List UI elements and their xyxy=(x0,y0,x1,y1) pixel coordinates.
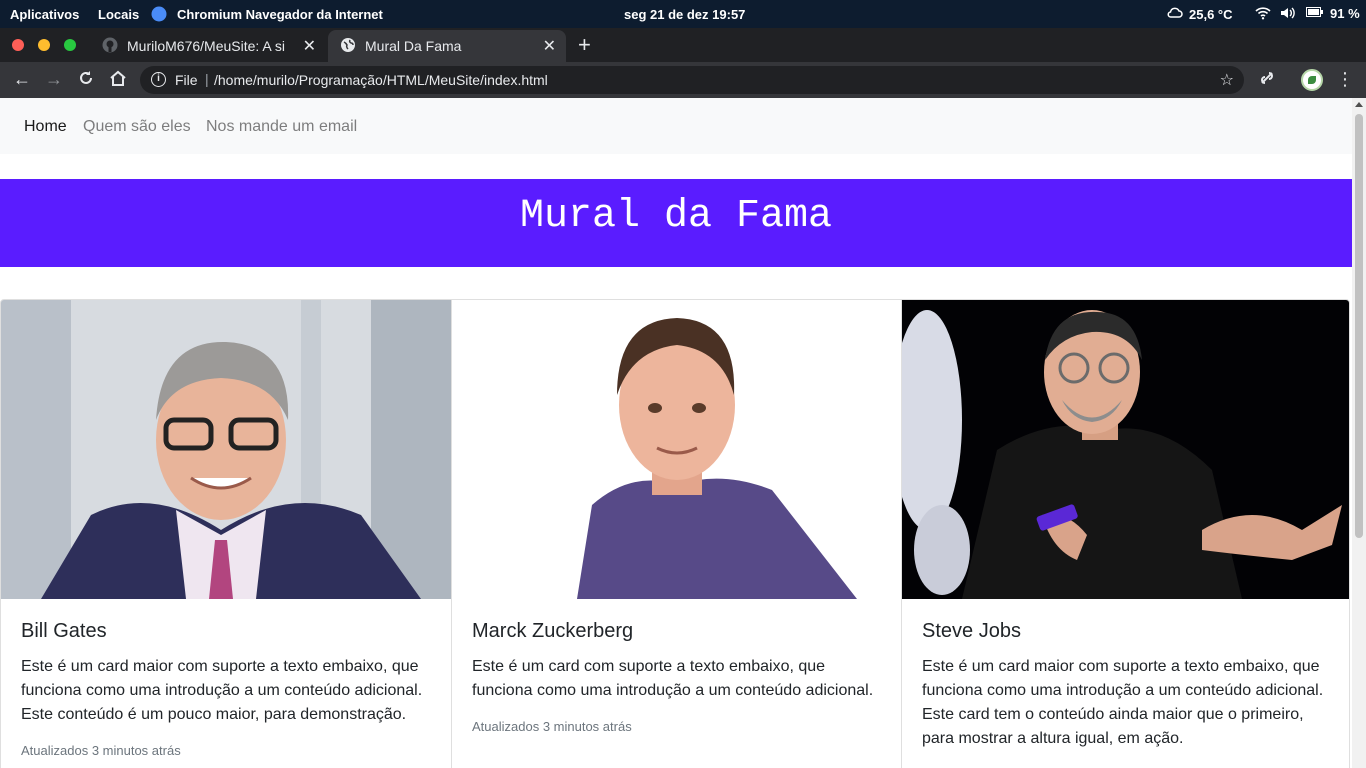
page-viewport: Home Quem são eles Nos mande um email Mu… xyxy=(0,98,1352,768)
page-title: Mural da Fama xyxy=(519,194,833,239)
card-body: Marck Zuckerberg Este é um card com supo… xyxy=(452,599,901,754)
card-zuckerberg: Marck Zuckerberg Este é um card com supo… xyxy=(451,300,901,768)
site-navbar: Home Quem são eles Nos mande um email xyxy=(0,98,1352,154)
card-text: Este é um card maior com suporte a texto… xyxy=(922,658,1324,747)
jumbotron: Mural da Fama xyxy=(0,179,1352,267)
address-bar[interactable]: i File | /home/murilo/Programação/HTML/M… xyxy=(140,66,1244,94)
cloud-icon xyxy=(1167,6,1183,23)
profile-avatar[interactable] xyxy=(1301,69,1323,91)
page-scrollbar[interactable] xyxy=(1352,98,1366,768)
app-menu[interactable]: Chromium Navegador da Internet xyxy=(177,7,383,22)
globe-icon xyxy=(340,37,356,56)
card-body: Bill Gates Este é um card maior com supo… xyxy=(1,599,451,768)
volume-icon[interactable] xyxy=(1280,6,1296,20)
omnibox-divider: | xyxy=(205,71,209,87)
card-image xyxy=(1,300,451,599)
browser-tab-strip: MuriloM676/MeuSite: A si ✕ Mural Da Fama… xyxy=(0,28,1366,62)
scrollbar-thumb[interactable] xyxy=(1355,114,1363,538)
window-close-button[interactable] xyxy=(12,39,24,51)
chromium-app-icon xyxy=(151,6,167,25)
places-menu[interactable]: Locais xyxy=(98,7,139,22)
card-title: Steve Jobs xyxy=(922,620,1021,642)
activities-menu[interactable]: Aplicativos xyxy=(10,7,79,22)
card-title: Marck Zuckerberg xyxy=(472,620,634,642)
system-top-bar: Aplicativos Locais Chromium Navegador da… xyxy=(0,0,1366,28)
forward-button[interactable]: → xyxy=(43,69,65,90)
card-group: Bill Gates Este é um card maior com supo… xyxy=(0,299,1350,768)
tab-title: Mural Da Fama xyxy=(365,38,462,54)
weather-temp: 25,6 °C xyxy=(1189,7,1233,22)
url-text[interactable]: /home/murilo/Programação/HTML/MeuSite/in… xyxy=(214,72,548,88)
tab-mural[interactable]: Mural Da Fama ✕ xyxy=(328,30,566,62)
nav-link-who[interactable]: Quem são eles xyxy=(83,118,191,136)
scroll-up-arrow-icon[interactable] xyxy=(1355,102,1363,107)
card-text: Este é um card com suporte a texto embai… xyxy=(472,658,874,699)
reload-button[interactable] xyxy=(75,70,97,91)
card-bill-gates: Bill Gates Este é um card maior com supo… xyxy=(1,300,451,768)
card-updated: Atualizados 3 minutos atrás xyxy=(472,719,632,734)
github-icon xyxy=(102,37,118,56)
home-button[interactable] xyxy=(107,70,129,91)
kebab-menu-icon[interactable]: ⋮ xyxy=(1334,69,1356,90)
window-maximize-button[interactable] xyxy=(64,39,76,51)
card-image xyxy=(902,300,1349,599)
battery-indicator[interactable]: 91 % xyxy=(1306,6,1360,21)
close-tab-icon[interactable]: ✕ xyxy=(303,36,316,56)
clock[interactable]: seg 21 de dez 19:57 xyxy=(624,7,745,22)
battery-icon xyxy=(1306,6,1324,21)
tab-github[interactable]: MuriloM676/MeuSite: A si ✕ xyxy=(90,30,326,62)
tab-title: MuriloM676/MeuSite: A si xyxy=(127,38,285,54)
window-minimize-button[interactable] xyxy=(38,39,50,51)
card-text: Este é um card maior com suporte a texto… xyxy=(21,658,423,723)
battery-percent: 91 % xyxy=(1330,6,1360,21)
card-image xyxy=(452,300,901,599)
new-tab-button[interactable]: + xyxy=(578,32,591,58)
site-info-icon[interactable]: i xyxy=(151,72,166,87)
weather-indicator[interactable]: 25,6 °C xyxy=(1167,6,1233,23)
wifi-icon[interactable] xyxy=(1255,6,1271,20)
card-title: Bill Gates xyxy=(21,620,107,642)
card-body: Steve Jobs Este é um card maior com supo… xyxy=(902,599,1349,768)
card-steve-jobs: Steve Jobs Este é um card maior com supo… xyxy=(901,300,1349,768)
card-updated: Atualizados 3 minutos atrás xyxy=(21,743,181,758)
back-button[interactable]: ← xyxy=(11,69,33,90)
browser-toolbar: ← → i File | /home/murilo/Programação/HT… xyxy=(0,62,1366,98)
nav-link-home[interactable]: Home xyxy=(24,118,67,136)
scheme-label: File xyxy=(175,72,198,88)
extension-icon[interactable] xyxy=(1256,70,1278,91)
nav-link-email[interactable]: Nos mande um email xyxy=(206,118,357,136)
bookmark-star-icon[interactable]: ☆ xyxy=(1220,70,1234,90)
close-tab-icon[interactable]: ✕ xyxy=(543,36,556,56)
